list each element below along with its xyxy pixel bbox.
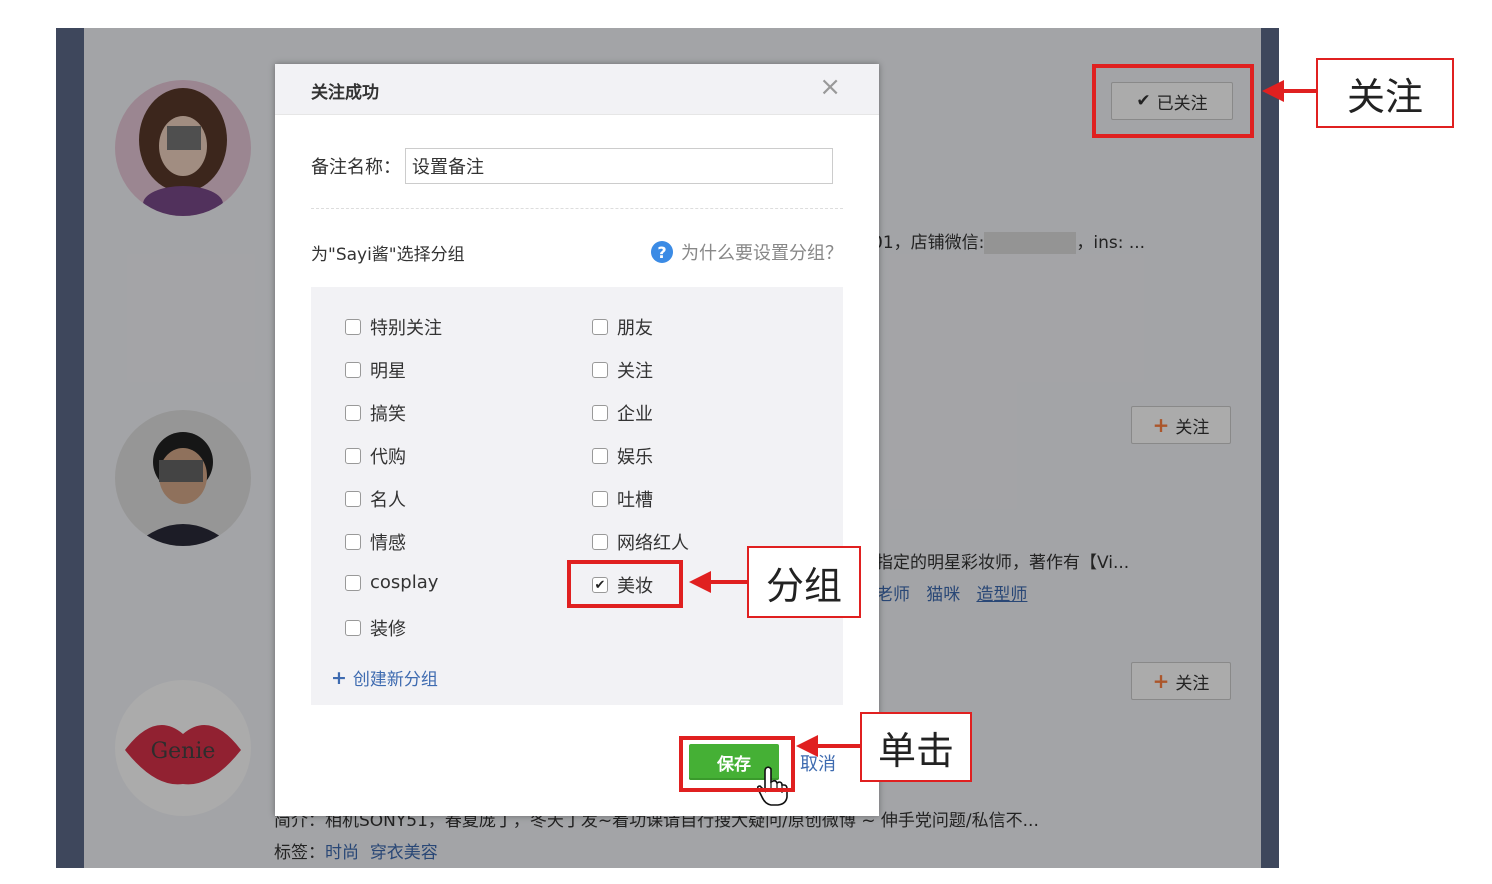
arrow-line — [709, 580, 747, 584]
checkbox[interactable] — [345, 534, 361, 550]
group-item-friends[interactable]: 朋友 — [592, 314, 653, 340]
checkbox[interactable] — [592, 534, 608, 550]
checkbox[interactable] — [592, 319, 608, 335]
dialog-header: 关注成功 × — [275, 64, 879, 115]
dialog-title: 关注成功 — [311, 83, 379, 103]
group-item-purchase[interactable]: 代购 — [345, 443, 406, 469]
arrow-head-icon — [796, 735, 818, 757]
group-list: 特别关注 明星 搞笑 代购 名人 情感 cosplay 装修 朋友 关注 企业 … — [311, 287, 843, 705]
callout-click: 单击 — [860, 712, 972, 782]
plus-icon: + — [331, 666, 347, 689]
checkbox[interactable] — [592, 362, 608, 378]
remark-row: 备注名称： — [311, 148, 833, 184]
group-item-complain[interactable]: 吐槽 — [592, 486, 653, 512]
group-item-special[interactable]: 特别关注 — [345, 314, 442, 340]
group-item-funny[interactable]: 搞笑 — [345, 400, 406, 426]
arrow-head-icon — [689, 571, 711, 593]
group-item-cosplay[interactable]: cosplay — [345, 572, 438, 593]
checkbox[interactable] — [345, 620, 361, 636]
checkbox[interactable] — [592, 491, 608, 507]
checkbox[interactable] — [592, 448, 608, 464]
checkbox[interactable] — [345, 448, 361, 464]
checkbox[interactable] — [592, 405, 608, 421]
group-item-follow[interactable]: 关注 — [592, 357, 653, 383]
remark-label: 备注名称： — [311, 157, 401, 178]
group-item-star[interactable]: 明星 — [345, 357, 406, 383]
group-item-emotion[interactable]: 情感 — [345, 529, 406, 555]
remark-input[interactable] — [405, 148, 833, 184]
why-set-group-link[interactable]: ? 为什么要设置分组？ — [651, 239, 843, 265]
group-title: 为"Sayi酱"选择分组 — [311, 245, 465, 265]
highlight-makeup-group — [567, 560, 683, 608]
follow-success-dialog: 关注成功 × 备注名称： 为"Sayi酱"选择分组 ? 为什么要设置分组？ 特别… — [275, 64, 879, 816]
create-group-link[interactable]: + 创建新分组 — [331, 665, 438, 691]
why-label: 为什么要设置分组？ — [681, 243, 843, 264]
checkbox[interactable] — [345, 491, 361, 507]
checkbox[interactable] — [345, 362, 361, 378]
divider — [311, 208, 843, 209]
group-item-enterprise[interactable]: 企业 — [592, 400, 653, 426]
close-icon[interactable]: × — [819, 74, 841, 100]
create-group-label: 创建新分组 — [352, 670, 438, 690]
callout-follow: 关注 — [1316, 58, 1454, 128]
group-item-celebrity[interactable]: 名人 — [345, 486, 406, 512]
checkbox[interactable] — [345, 405, 361, 421]
checkbox[interactable] — [345, 319, 361, 335]
callout-group: 分组 — [747, 546, 861, 618]
checkbox[interactable] — [345, 574, 361, 591]
arrow-line — [1282, 89, 1316, 93]
group-item-entertainment[interactable]: 娱乐 — [592, 443, 653, 469]
highlight-followed-button — [1092, 64, 1254, 138]
group-item-decoration[interactable]: 装修 — [345, 615, 406, 641]
highlight-save-button — [679, 736, 795, 792]
arrow-line — [816, 744, 860, 748]
arrow-head-icon — [1262, 80, 1284, 102]
question-icon: ? — [651, 241, 673, 263]
group-item-influencer[interactable]: 网络红人 — [592, 529, 689, 555]
